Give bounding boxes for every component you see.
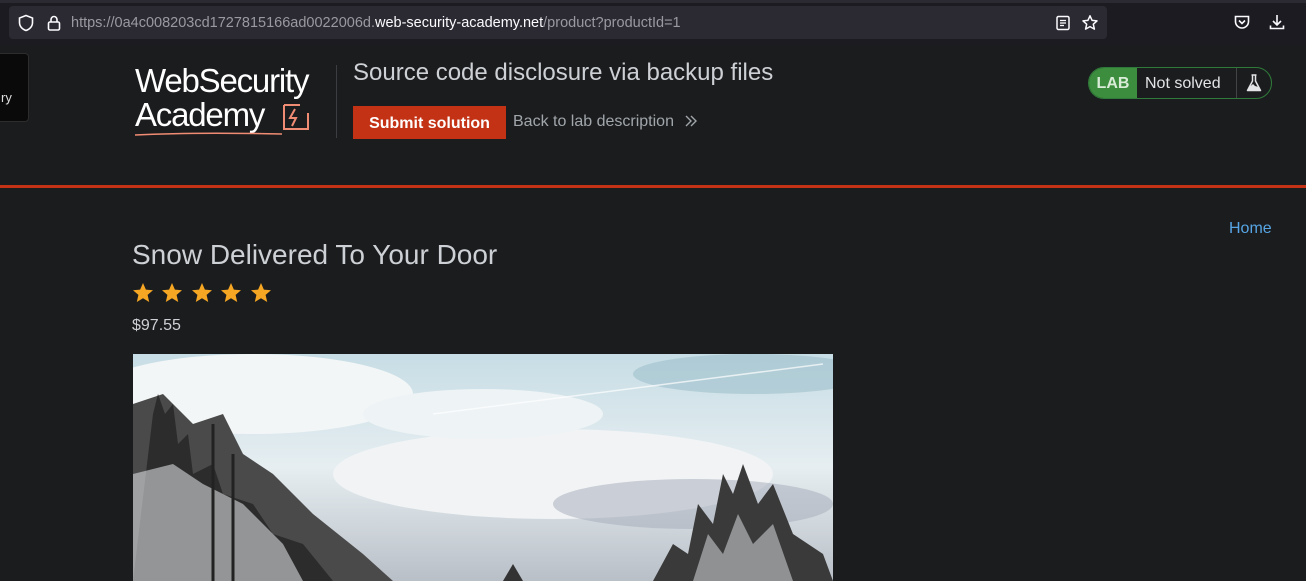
lab-badge: LAB	[1089, 68, 1137, 98]
flask-icon-box	[1236, 68, 1271, 98]
shield-icon[interactable]	[17, 14, 35, 32]
lab-status-text: Not solved	[1145, 75, 1221, 92]
lab-title: Source code disclosure via backup files	[353, 59, 774, 86]
submit-solution-button[interactable]: Submit solution	[353, 106, 506, 139]
bookmark-star-icon[interactable]	[1081, 14, 1099, 32]
lightning-mark-icon	[283, 104, 309, 130]
star-icon	[161, 282, 186, 306]
logo-underline-swoosh	[134, 132, 283, 136]
web-security-academy-logo[interactable]: WebSecurity Academy	[134, 63, 334, 138]
star-icon	[250, 282, 275, 306]
url-bar[interactable]: https://0a4c008203cd1727815166ad0022006d…	[9, 6, 1107, 39]
toolbar-top-line	[0, 0, 1306, 3]
home-link[interactable]: Home	[1229, 220, 1272, 238]
reader-view-icon[interactable]	[1054, 14, 1072, 32]
logo-text-line2: Academy	[135, 96, 265, 133]
url-text[interactable]: https://0a4c008203cd1727815166ad0022006d…	[71, 15, 681, 31]
product-title: Snow Delivered To Your Door	[132, 239, 498, 270]
header-divider	[336, 65, 337, 138]
lab-status-widget: LAB Not solved	[1088, 67, 1272, 99]
double-chevron-right-icon	[685, 115, 698, 127]
star-icon	[132, 282, 157, 306]
star-icon	[191, 282, 216, 306]
browser-toolbar: https://0a4c008203cd1727815166ad0022006d…	[0, 0, 1306, 45]
back-to-lab-description-link[interactable]: Back to lab description	[513, 113, 698, 131]
product-price: $97.55	[132, 317, 181, 334]
snowy-forest-photo	[133, 354, 833, 581]
flask-icon	[1246, 74, 1262, 92]
side-panel-tab[interactable]: ry	[0, 53, 29, 122]
lock-icon[interactable]	[45, 14, 63, 32]
product-image	[133, 354, 833, 581]
star-rating	[132, 282, 275, 306]
download-icon[interactable]	[1268, 13, 1286, 31]
logo-text-line1: WebSecurity	[135, 62, 309, 99]
side-panel-tab-label: ry	[1, 90, 12, 105]
star-icon	[220, 282, 245, 306]
pocket-icon[interactable]	[1233, 13, 1251, 31]
back-link-label: Back to lab description	[513, 113, 674, 130]
header-accent-rule	[0, 185, 1306, 188]
